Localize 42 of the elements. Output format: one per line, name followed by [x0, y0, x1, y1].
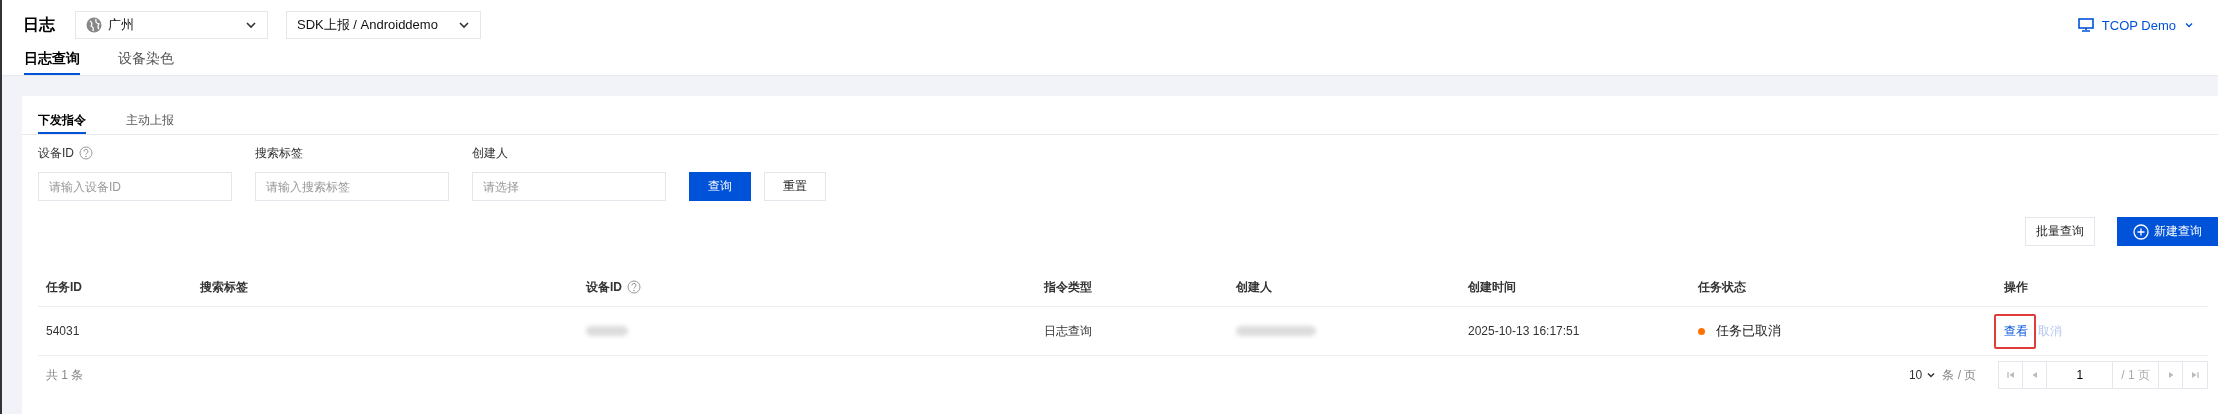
search-button[interactable]: 查询: [689, 172, 751, 201]
source-select[interactable]: SDK上报 / Androiddemo: [286, 11, 481, 39]
field-label: 创建人: [472, 144, 508, 162]
table-cell: 54031: [46, 324, 80, 338]
caret-icon: [458, 19, 470, 31]
column-header: 任务ID: [46, 278, 82, 296]
field-label: 设备ID: [38, 144, 74, 162]
total-count: 共 1 条: [46, 366, 84, 384]
tab[interactable]: 下发指令: [38, 96, 86, 134]
globe-icon: [86, 17, 102, 33]
monitor-icon: [2077, 18, 2094, 32]
first-page-icon: [2005, 370, 2016, 380]
input-field[interactable]: 请选择: [472, 172, 666, 201]
table-cell: 2025-10-13 16:17:51: [1468, 324, 1580, 338]
table-cell: 日志查询: [1044, 322, 1092, 340]
column-header: 创建时间: [1468, 278, 1516, 296]
column-header: 设备ID: [586, 278, 622, 296]
column-header: 创建人: [1236, 278, 1272, 296]
input-field[interactable]: 请输入设备ID: [38, 172, 232, 201]
column-header: 任务状态: [1698, 278, 1746, 296]
input-field[interactable]: 请输入搜索标签: [255, 172, 449, 201]
reset-button[interactable]: 重置: [764, 172, 826, 201]
column-header: 指令类型: [1044, 278, 1092, 296]
page-size-label: 条 / 页: [1942, 366, 1977, 384]
tab[interactable]: 设备染色: [118, 41, 174, 75]
last-page-icon: [2190, 370, 2200, 380]
page-size-select[interactable]: 10: [1908, 368, 1937, 382]
tab[interactable]: 主动上报: [126, 96, 174, 134]
action-link[interactable]: 查看: [2004, 323, 2028, 338]
region-select[interactable]: 广州: [75, 11, 268, 39]
caret-icon: [1926, 370, 1937, 380]
page-title: 日志: [23, 14, 55, 35]
batch-query-button[interactable]: 批量查询: [2025, 217, 2095, 246]
column-header: 操作: [2004, 278, 2028, 296]
status-text: 任务已取消: [1716, 322, 1781, 340]
pagination-control[interactable]: 1 / 1 页: [1998, 361, 2208, 389]
column-header: 搜索标签: [200, 278, 248, 296]
account-menu[interactable]: TCOP Demo: [2077, 17, 2194, 33]
new-query-button[interactable]: 新建查询: [2117, 217, 2218, 246]
field-label: 搜索标签: [255, 144, 303, 162]
caret-icon: [2184, 20, 2194, 30]
caret-icon: [245, 19, 257, 31]
